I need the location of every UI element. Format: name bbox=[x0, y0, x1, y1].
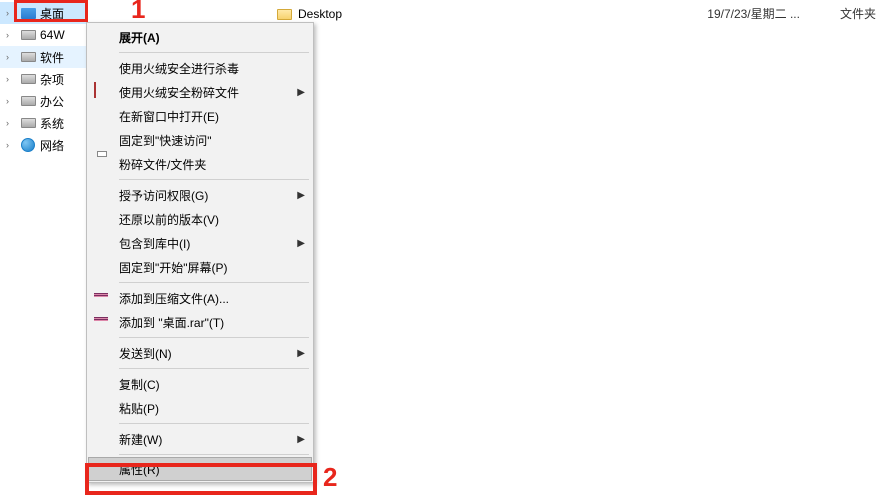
tree-item-label: 软件 bbox=[40, 49, 64, 66]
menu-item-8[interactable]: 授予访问权限(G) ▶ bbox=[89, 183, 311, 207]
menu-item-label: 粘贴(P) bbox=[119, 400, 159, 417]
tree-item-label: 系统 bbox=[40, 115, 64, 132]
menu-item-label: 固定到"快速访问" bbox=[119, 132, 212, 149]
menu-item-label: 使用火绒安全粉碎文件 bbox=[119, 84, 239, 101]
menu-item-16[interactable]: 发送到(N) ▶ bbox=[89, 341, 311, 365]
menu-item-label: 还原以前的版本(V) bbox=[119, 211, 219, 228]
annotation-number-1: 1 bbox=[131, 0, 145, 25]
file-date: 19/7/23/星期二 ... bbox=[707, 5, 800, 22]
nav-tree: › 桌面 › 64W › 软件 › 杂项 › 办公 › 系统 › 网络 bbox=[0, 0, 86, 503]
menu-item-21[interactable]: 新建(W) ▶ bbox=[89, 427, 311, 451]
chevron-right-icon: › bbox=[6, 118, 16, 128]
tree-item-1[interactable]: › 64W bbox=[0, 24, 86, 46]
menu-item-label: 发送到(N) bbox=[119, 345, 172, 362]
menu-item-9[interactable]: 还原以前的版本(V) bbox=[89, 207, 311, 231]
menu-separator bbox=[119, 179, 309, 180]
chevron-right-icon: › bbox=[6, 30, 16, 40]
file-type: 文件夹 bbox=[840, 5, 876, 22]
menu-item-label: 添加到压缩文件(A)... bbox=[119, 290, 229, 307]
fire-icon bbox=[94, 59, 112, 77]
shredder-icon bbox=[94, 83, 112, 101]
submenu-arrow-icon: ▶ bbox=[297, 87, 305, 98]
monitor-icon bbox=[20, 5, 36, 21]
tree-item-label: 杂项 bbox=[40, 71, 64, 88]
tree-item-label: 64W bbox=[40, 28, 65, 42]
context-menu: 展开(A) 使用火绒安全进行杀毒使用火绒安全粉碎文件 ▶ 在新窗口中打开(E) 固定到"… bbox=[86, 22, 314, 483]
printer-icon bbox=[94, 155, 112, 173]
chevron-right-icon: › bbox=[6, 52, 16, 62]
menu-item-19[interactable]: 粘贴(P) bbox=[89, 396, 311, 420]
menu-item-label: 粉碎文件/文件夹 bbox=[119, 156, 206, 173]
menu-item-14[interactable]: 添加到 "桌面.rar"(T) bbox=[89, 310, 311, 334]
submenu-arrow-icon: ▶ bbox=[297, 238, 305, 249]
tree-item-6[interactable]: › 网络 bbox=[0, 134, 86, 156]
menu-item-label: 新建(W) bbox=[119, 431, 162, 448]
tree-item-label: 桌面 bbox=[40, 5, 64, 22]
file-meta: 19/7/23/星期二 ... 文件夹 bbox=[707, 5, 876, 22]
drive-icon bbox=[20, 93, 36, 109]
menu-separator bbox=[119, 368, 309, 369]
menu-item-13[interactable]: 添加到压缩文件(A)... bbox=[89, 286, 311, 310]
tree-item-2[interactable]: › 软件 bbox=[0, 46, 86, 68]
network-icon bbox=[20, 137, 36, 153]
chevron-right-icon: › bbox=[6, 8, 16, 18]
submenu-arrow-icon: ▶ bbox=[297, 190, 305, 201]
chevron-right-icon: › bbox=[6, 74, 16, 84]
drive-icon bbox=[20, 115, 36, 131]
drive-icon bbox=[20, 27, 36, 43]
tree-item-4[interactable]: › 办公 bbox=[0, 90, 86, 112]
menu-item-label: 包含到库中(I) bbox=[119, 235, 190, 252]
menu-item-label: 属性(R) bbox=[119, 461, 160, 478]
menu-separator bbox=[119, 52, 309, 53]
menu-item-label: 使用火绒安全进行杀毒 bbox=[119, 60, 239, 77]
menu-separator bbox=[119, 337, 309, 338]
menu-item-6[interactable]: 粉碎文件/文件夹 bbox=[89, 152, 311, 176]
chevron-right-icon: › bbox=[6, 96, 16, 106]
menu-item-2[interactable]: 使用火绒安全进行杀毒 bbox=[89, 56, 311, 80]
drive-icon bbox=[20, 49, 36, 65]
tree-item-label: 网络 bbox=[40, 137, 64, 154]
menu-item-5[interactable]: 固定到"快速访问" bbox=[89, 128, 311, 152]
menu-item-label: 授予访问权限(G) bbox=[119, 187, 208, 204]
menu-item-10[interactable]: 包含到库中(I) ▶ bbox=[89, 231, 311, 255]
archive-icon bbox=[94, 313, 112, 331]
menu-item-11[interactable]: 固定到"开始"屏幕(P) bbox=[89, 255, 311, 279]
tree-item-0[interactable]: › 桌面 bbox=[0, 2, 86, 24]
submenu-arrow-icon: ▶ bbox=[297, 434, 305, 445]
menu-item-label: 添加到 "桌面.rar"(T) bbox=[119, 314, 224, 331]
annotation-number-2: 2 bbox=[323, 462, 337, 493]
menu-item-0[interactable]: 展开(A) bbox=[89, 25, 311, 49]
menu-item-label: 在新窗口中打开(E) bbox=[119, 108, 219, 125]
menu-separator bbox=[119, 423, 309, 424]
menu-item-4[interactable]: 在新窗口中打开(E) bbox=[89, 104, 311, 128]
menu-separator bbox=[119, 282, 309, 283]
menu-item-18[interactable]: 复制(C) bbox=[89, 372, 311, 396]
file-name: Desktop bbox=[298, 7, 342, 21]
menu-item-23[interactable]: 属性(R) bbox=[88, 457, 312, 481]
menu-item-label: 固定到"开始"屏幕(P) bbox=[119, 259, 228, 276]
menu-item-3[interactable]: 使用火绒安全粉碎文件 ▶ bbox=[89, 80, 311, 104]
menu-item-label: 展开(A) bbox=[119, 29, 160, 46]
tree-item-5[interactable]: › 系统 bbox=[0, 112, 86, 134]
submenu-arrow-icon: ▶ bbox=[297, 348, 305, 359]
archive-icon bbox=[94, 289, 112, 307]
drive-icon bbox=[20, 71, 36, 87]
folder-icon bbox=[276, 6, 292, 22]
tree-item-label: 办公 bbox=[40, 93, 64, 110]
menu-item-label: 复制(C) bbox=[119, 376, 160, 393]
tree-item-3[interactable]: › 杂项 bbox=[0, 68, 86, 90]
menu-separator bbox=[119, 454, 309, 455]
chevron-right-icon: › bbox=[6, 140, 16, 150]
